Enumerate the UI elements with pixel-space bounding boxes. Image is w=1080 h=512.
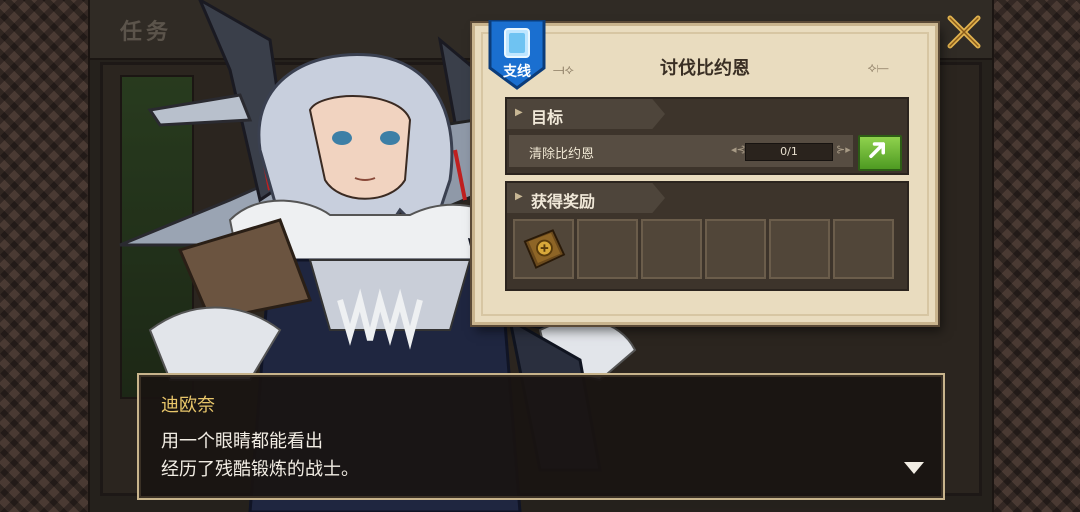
reward-slot[interactable] [513, 219, 574, 279]
triangle-down-icon[interactable] [903, 461, 925, 475]
quest-reward-section: ▶ 获得奖励 [505, 181, 909, 291]
reward-slot [641, 219, 702, 279]
reward-header: ▶ 获得奖励 [507, 183, 665, 213]
arrow-up-right-icon [869, 142, 885, 158]
header-arrow-icon: ▶ [515, 107, 523, 118]
reward-slot [577, 219, 638, 279]
goal-row: 清除比约恩 ◂⊰ 0/1 ⊱▸ [509, 135, 853, 167]
close-icon[interactable] [944, 12, 984, 52]
go-to-goal-button[interactable] [858, 135, 902, 171]
reward-slot [769, 219, 830, 279]
book-icon [523, 229, 566, 269]
speaker-name: 迪欧奈 [161, 395, 215, 416]
goal-text: 清除比约恩 [529, 147, 595, 162]
header-arrow-icon: ▶ [515, 191, 523, 202]
reward-slot-list [513, 219, 894, 279]
quest-category-label: 支线 [503, 64, 531, 80]
goal-progress-bar: 0/1 [745, 143, 833, 161]
quest-goal-section: ▶ 目标 清除比约恩 ◂⊰ 0/1 ⊱▸ [505, 97, 909, 175]
right-border-pattern [992, 0, 1080, 512]
reward-slot [705, 219, 766, 279]
goal-progress-text: 0/1 [780, 145, 798, 158]
left-border-pattern [0, 0, 90, 512]
title-ornament-right: ⟡⟝ [867, 60, 889, 76]
dialog-line-1: 用一个眼睛都能看出 [161, 431, 323, 452]
goal-header-label: 目标 [531, 108, 564, 127]
progress-ornament-left: ◂⊰ [731, 143, 746, 156]
reward-header-label: 获得奖励 [531, 192, 596, 211]
reward-slot [833, 219, 894, 279]
progress-ornament-right: ⊱▸ [836, 143, 851, 156]
dialog-box[interactable]: 迪欧奈 用一个眼睛都能看出 经历了残酷锻炼的战士。 [137, 373, 945, 500]
goal-header: ▶ 目标 [507, 99, 665, 129]
dialog-line-2: 经历了残酷锻炼的战士。 [161, 459, 359, 480]
